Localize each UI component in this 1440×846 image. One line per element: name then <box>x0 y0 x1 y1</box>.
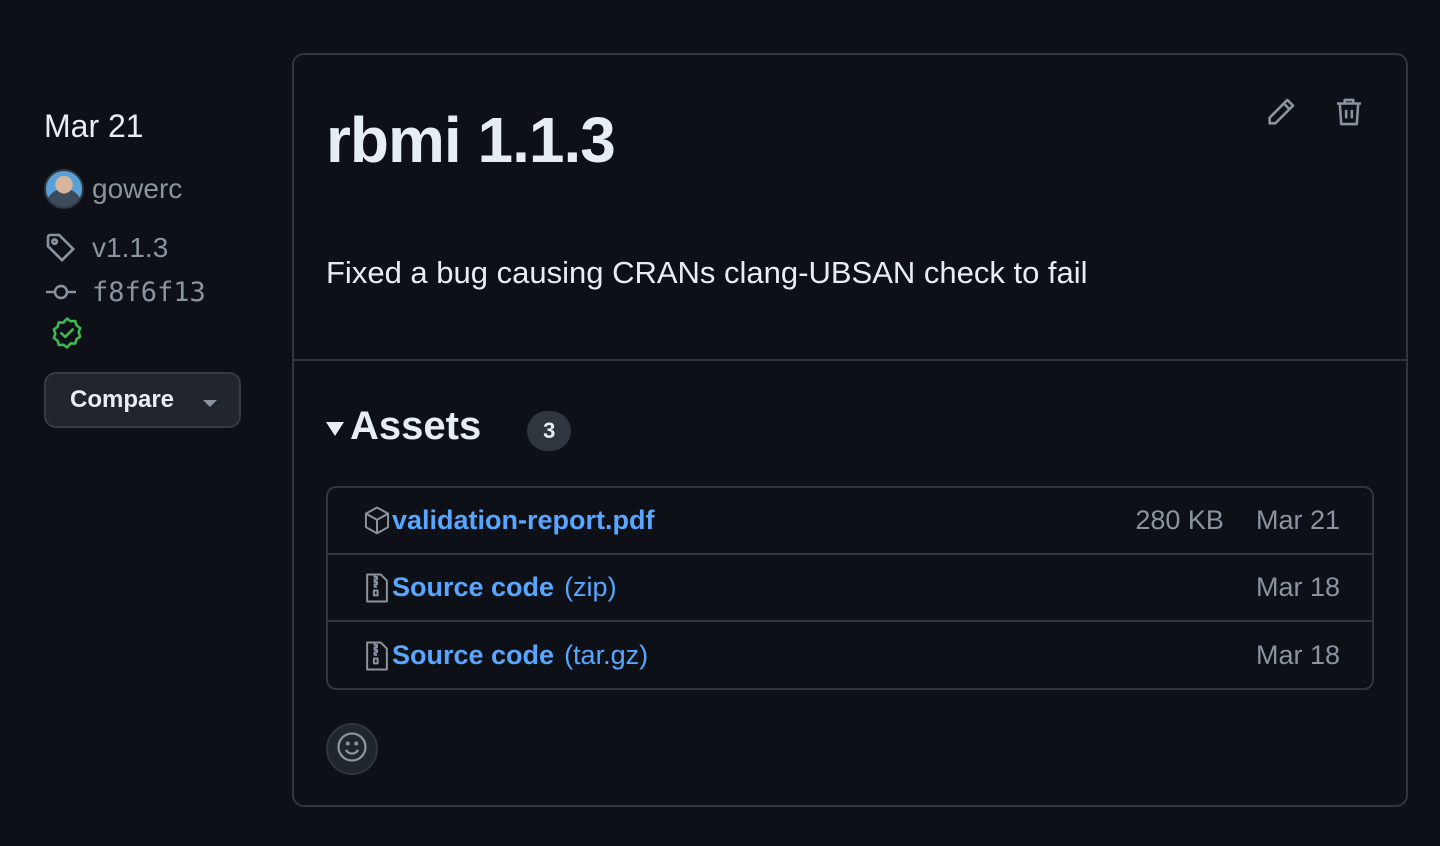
assets-count-badge: 3 <box>527 411 572 451</box>
add-reaction-button[interactable] <box>326 723 378 775</box>
asset-date: Mar 21 <box>1255 505 1340 535</box>
pencil-icon[interactable] <box>1264 95 1298 134</box>
release-date: Mar 21 <box>44 108 144 144</box>
file-zip-icon <box>362 572 392 604</box>
release-title[interactable]: rbmi 1.1.3 <box>326 103 616 177</box>
assets-title[interactable]: Assets <box>350 404 481 449</box>
triangle-down-icon <box>326 422 344 436</box>
assets-toggle[interactable]: Assets 3 <box>326 401 572 451</box>
author-link[interactable]: gowerc <box>44 168 244 210</box>
asset-date: Mar 18 <box>1255 572 1340 602</box>
tag-icon <box>44 232 78 264</box>
release-card: rbmi 1.1.3 Fixed a bug causing CRANs cla… <box>292 53 1408 807</box>
commit-link[interactable]: f8f6f13 <box>44 270 244 314</box>
asset-link[interactable]: Source code <box>392 640 554 671</box>
asset-size: 280 KB <box>1135 505 1224 535</box>
assets-list: validation-report.pdf 280 KB Mar 21 Sour… <box>326 486 1374 690</box>
verified-icon[interactable] <box>50 316 84 357</box>
release-header: rbmi 1.1.3 Fixed a bug causing CRANs cla… <box>294 55 1406 361</box>
release-actions <box>1264 95 1366 134</box>
trash-icon[interactable] <box>1332 95 1366 134</box>
tag-link[interactable]: v1.1.3 <box>44 226 244 270</box>
asset-link[interactable]: validation-report.pdf <box>392 505 655 536</box>
asset-row: Source code (tar.gz) Mar 18 <box>328 622 1372 688</box>
avatar[interactable] <box>44 169 84 209</box>
smiley-icon <box>335 730 369 769</box>
chevron-down-icon <box>203 399 217 407</box>
asset-date: Mar 18 <box>1255 640 1340 670</box>
tag-name[interactable]: v1.1.3 <box>92 232 168 264</box>
commit-icon <box>44 282 78 302</box>
asset-format[interactable]: (tar.gz) <box>564 640 648 671</box>
release-sidebar: Mar 21 gowerc v1.1.3 f8f6f13 Compare <box>44 106 244 428</box>
asset-row: Source code (zip) Mar 18 <box>328 555 1372 622</box>
asset-link[interactable]: Source code <box>392 572 554 603</box>
asset-format[interactable]: (zip) <box>564 572 617 603</box>
release-description: Fixed a bug causing CRANs clang-UBSAN ch… <box>326 255 1088 290</box>
file-zip-icon <box>362 640 392 672</box>
compare-label: Compare <box>70 386 175 413</box>
compare-button[interactable]: Compare <box>44 372 241 428</box>
author-name[interactable]: gowerc <box>92 173 182 205</box>
verified-badge[interactable] <box>44 314 244 358</box>
commit-sha[interactable]: f8f6f13 <box>92 277 206 308</box>
package-icon <box>362 505 392 537</box>
asset-row: validation-report.pdf 280 KB Mar 21 <box>328 488 1372 555</box>
